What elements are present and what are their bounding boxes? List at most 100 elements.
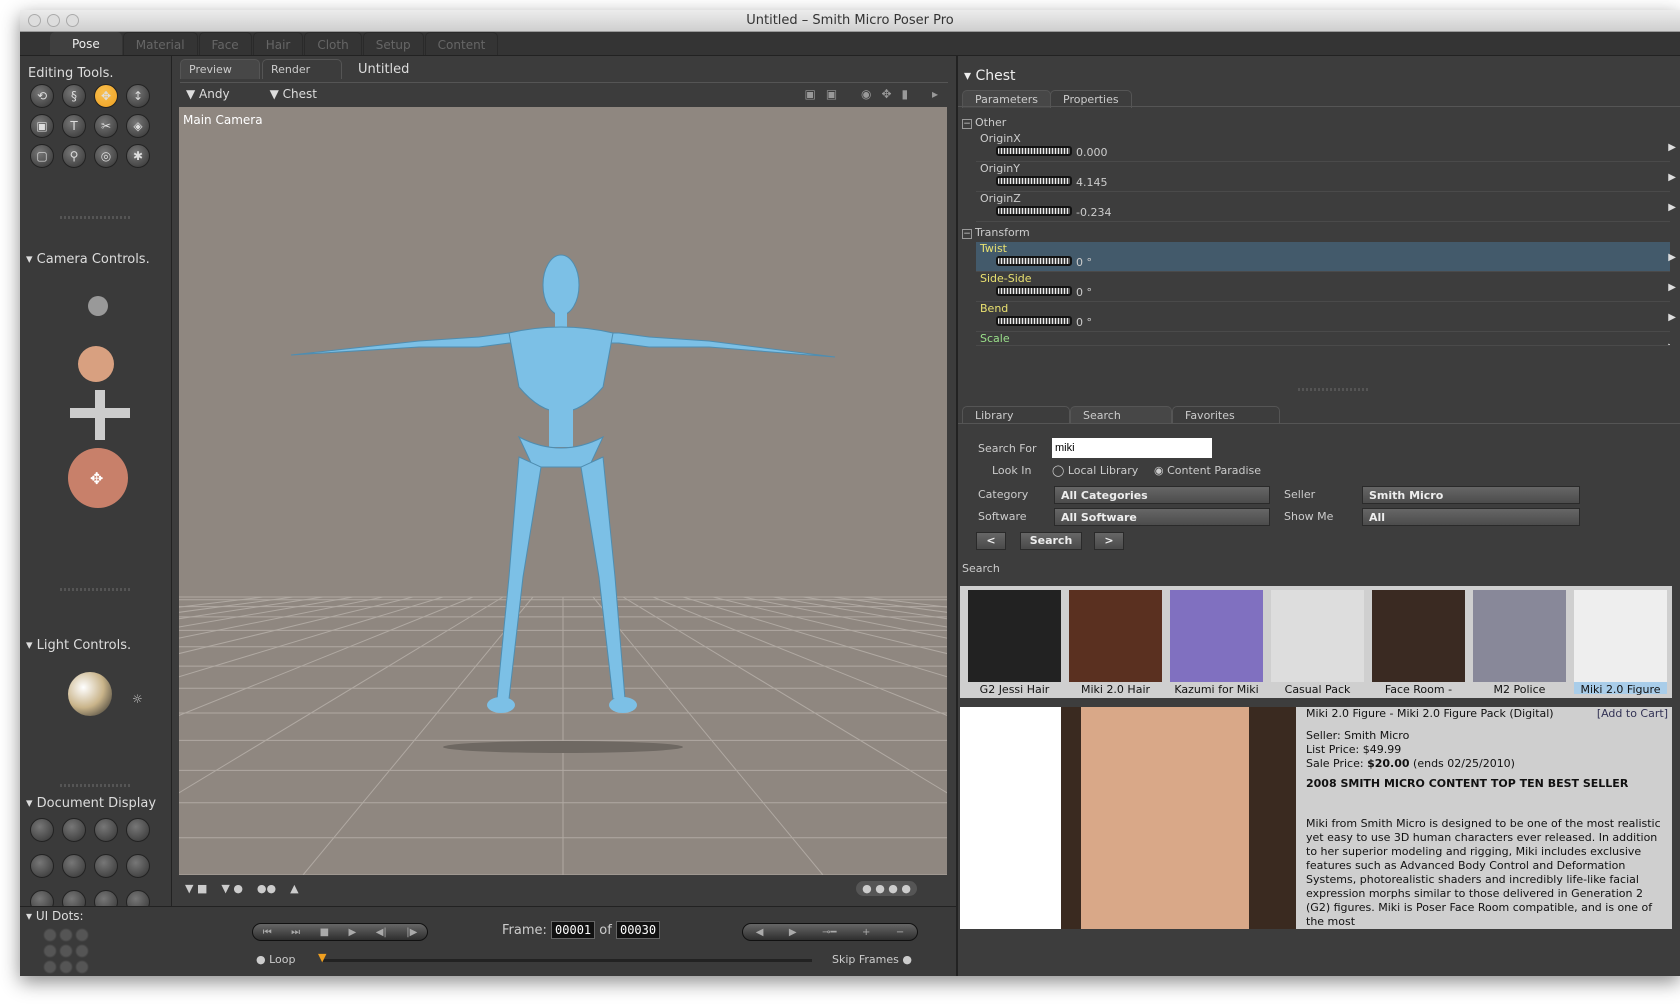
param-dial[interactable] [996,256,1072,266]
param-dial[interactable] [996,176,1072,186]
parameter-dial-row[interactable]: OriginX 0.000 ▶ [976,132,1676,162]
radio-content-paradise[interactable]: ◉ Content Paradise [1154,464,1261,477]
rotate-icon[interactable]: ⟲ [30,84,54,108]
3d-viewport[interactable]: Main Camera [179,107,947,875]
parameter-dial-row[interactable]: OriginY 4.145 ▶ [976,162,1676,192]
param-menu-arrow-icon[interactable]: ▶ [1668,252,1676,263]
total-frames-input[interactable]: 00030 [615,921,661,939]
key-icon[interactable]: ⊸━ [822,927,836,938]
search-input[interactable] [1052,438,1212,458]
search-result-item[interactable]: G2 Jessi Hair [968,590,1061,696]
param-group[interactable]: − Transform [962,226,1030,239]
param-value[interactable]: 0 ° [1076,256,1092,269]
room-tab-setup[interactable]: Setup [362,32,424,55]
parameter-dial-row[interactable]: Side-Side 0 ° ▶ [976,272,1676,302]
twist-icon[interactable]: § [62,84,86,108]
search-result-item[interactable]: Face Room - [1372,590,1465,696]
tab-render[interactable]: Render [262,59,342,79]
param-menu-arrow-icon[interactable]: ▶ [1668,172,1676,183]
search-result-item[interactable]: Miki 2.0 Figure [1574,590,1667,696]
search-result-item[interactable]: M2 Police [1473,590,1566,696]
radio-local-library[interactable]: ◯ Local Library [1052,464,1138,477]
param-value[interactable]: 0 ° [1076,316,1092,329]
tab-search[interactable]: Search [1070,406,1172,424]
ui-dots-grid[interactable] [42,927,90,975]
param-dial[interactable] [996,206,1072,216]
display-style-icon[interactable] [30,818,54,842]
display-style-icon[interactable] [94,818,118,842]
resize-handle[interactable] [60,216,130,219]
translate-icon[interactable]: ✥ [94,84,118,108]
param-menu-arrow-icon[interactable]: ▶ [1668,142,1676,153]
room-tab-hair[interactable]: Hair [252,32,304,55]
param-group[interactable]: − Other [962,116,1006,129]
param-menu-arrow-icon[interactable]: ▶ [1668,202,1676,213]
morphing-icon[interactable]: ◎ [94,144,118,168]
prev-key-icon[interactable]: ◀ [756,927,764,938]
tab-favorites[interactable]: Favorites [1172,406,1280,424]
view-magnifier-icon[interactable]: ⚲ [62,144,86,168]
step-forward-icon[interactable]: |▶ [406,927,417,938]
parameter-dial-row[interactable]: OriginZ -0.234 ▶ [976,192,1676,222]
add-key-icon[interactable]: + [862,927,870,938]
foreground-icon[interactable]: ▲ [290,882,298,895]
show-me-dropdown[interactable]: All [1362,508,1580,526]
tab-library[interactable]: Library [962,406,1070,424]
scene-canvas[interactable] [179,107,947,875]
search-result-item[interactable]: Kazumi for Miki [1170,590,1263,696]
play-icon[interactable]: ▶ [349,927,357,938]
param-value[interactable]: 0.000 [1076,146,1108,159]
display-style-icon[interactable] [94,854,118,878]
color-icon[interactable]: ◈ [126,114,150,138]
remove-key-icon[interactable]: − [896,927,904,938]
param-dial[interactable] [996,146,1072,156]
add-to-cart-link[interactable]: [Add to Cart] [1597,707,1668,721]
parameter-dial-row[interactable]: Scale100 %▶ [976,332,1670,346]
grouping-icon[interactable]: ▢ [30,144,54,168]
param-value[interactable]: 0 ° [1076,286,1092,299]
search-result-item[interactable]: Miki 2.0 Hair [1069,590,1162,696]
display-style-icon[interactable] [126,818,150,842]
resize-handle[interactable] [60,784,130,787]
param-value[interactable]: 4.145 [1076,176,1108,189]
next-key-icon[interactable]: ▶ [789,927,797,938]
software-dropdown[interactable]: All Software [1054,508,1270,526]
background-color-icon[interactable]: ▼ ■ [185,882,207,895]
scale-icon[interactable]: ▣ [30,114,54,138]
end-icon[interactable]: ⏭ [291,927,300,938]
frame-input[interactable]: 00001 [551,921,596,939]
stop-icon[interactable]: ■ [320,927,329,938]
keyframe-controls[interactable]: ◀ ▶ ⊸━ + − [742,923,918,941]
next-page-button[interactable]: > [1094,532,1124,550]
display-style-icon[interactable] [62,854,86,878]
param-menu-arrow-icon[interactable]: ▶ [1668,342,1670,345]
chain-break-icon[interactable]: ✂ [94,114,118,138]
figure-selector[interactable]: ▼ Andy [186,87,230,101]
seller-dropdown[interactable]: Smith Micro [1362,486,1580,504]
param-menu-arrow-icon[interactable]: ▶ [1668,312,1676,323]
param-dial[interactable] [996,316,1072,326]
room-tab-material[interactable]: Material [122,32,198,55]
room-tab-content[interactable]: Content [424,32,499,55]
skip-frames-toggle[interactable]: Skip Frames ● [832,953,912,966]
shadow-color-icon[interactable]: ▼ ● [221,882,243,895]
display-style-icon[interactable] [62,818,86,842]
resize-handle[interactable] [60,588,130,591]
camera-icons[interactable]: ▣▣ ◉✥▮ ▸ [805,87,948,101]
close-window-button[interactable] [28,14,41,27]
minimize-window-button[interactable] [47,14,60,27]
param-menu-arrow-icon[interactable]: ▶ [1668,282,1676,293]
room-tab-face[interactable]: Face [198,32,252,55]
resize-handle[interactable] [1298,388,1368,391]
previous-page-button[interactable]: < [976,532,1006,550]
step-back-icon[interactable]: ◀| [376,927,387,938]
direct-manipulation-icon[interactable]: ✱ [126,144,150,168]
actor-selector[interactable]: ▼ Chest [270,87,317,101]
light-sphere[interactable] [68,672,112,716]
display-style-icon[interactable] [126,854,150,878]
display-style-icon[interactable] [30,854,54,878]
category-dropdown[interactable]: All Categories [1054,486,1270,504]
param-dial[interactable] [996,286,1072,296]
timeline-slider[interactable] [322,959,812,962]
loop-toggle[interactable]: ● Loop [256,953,296,966]
